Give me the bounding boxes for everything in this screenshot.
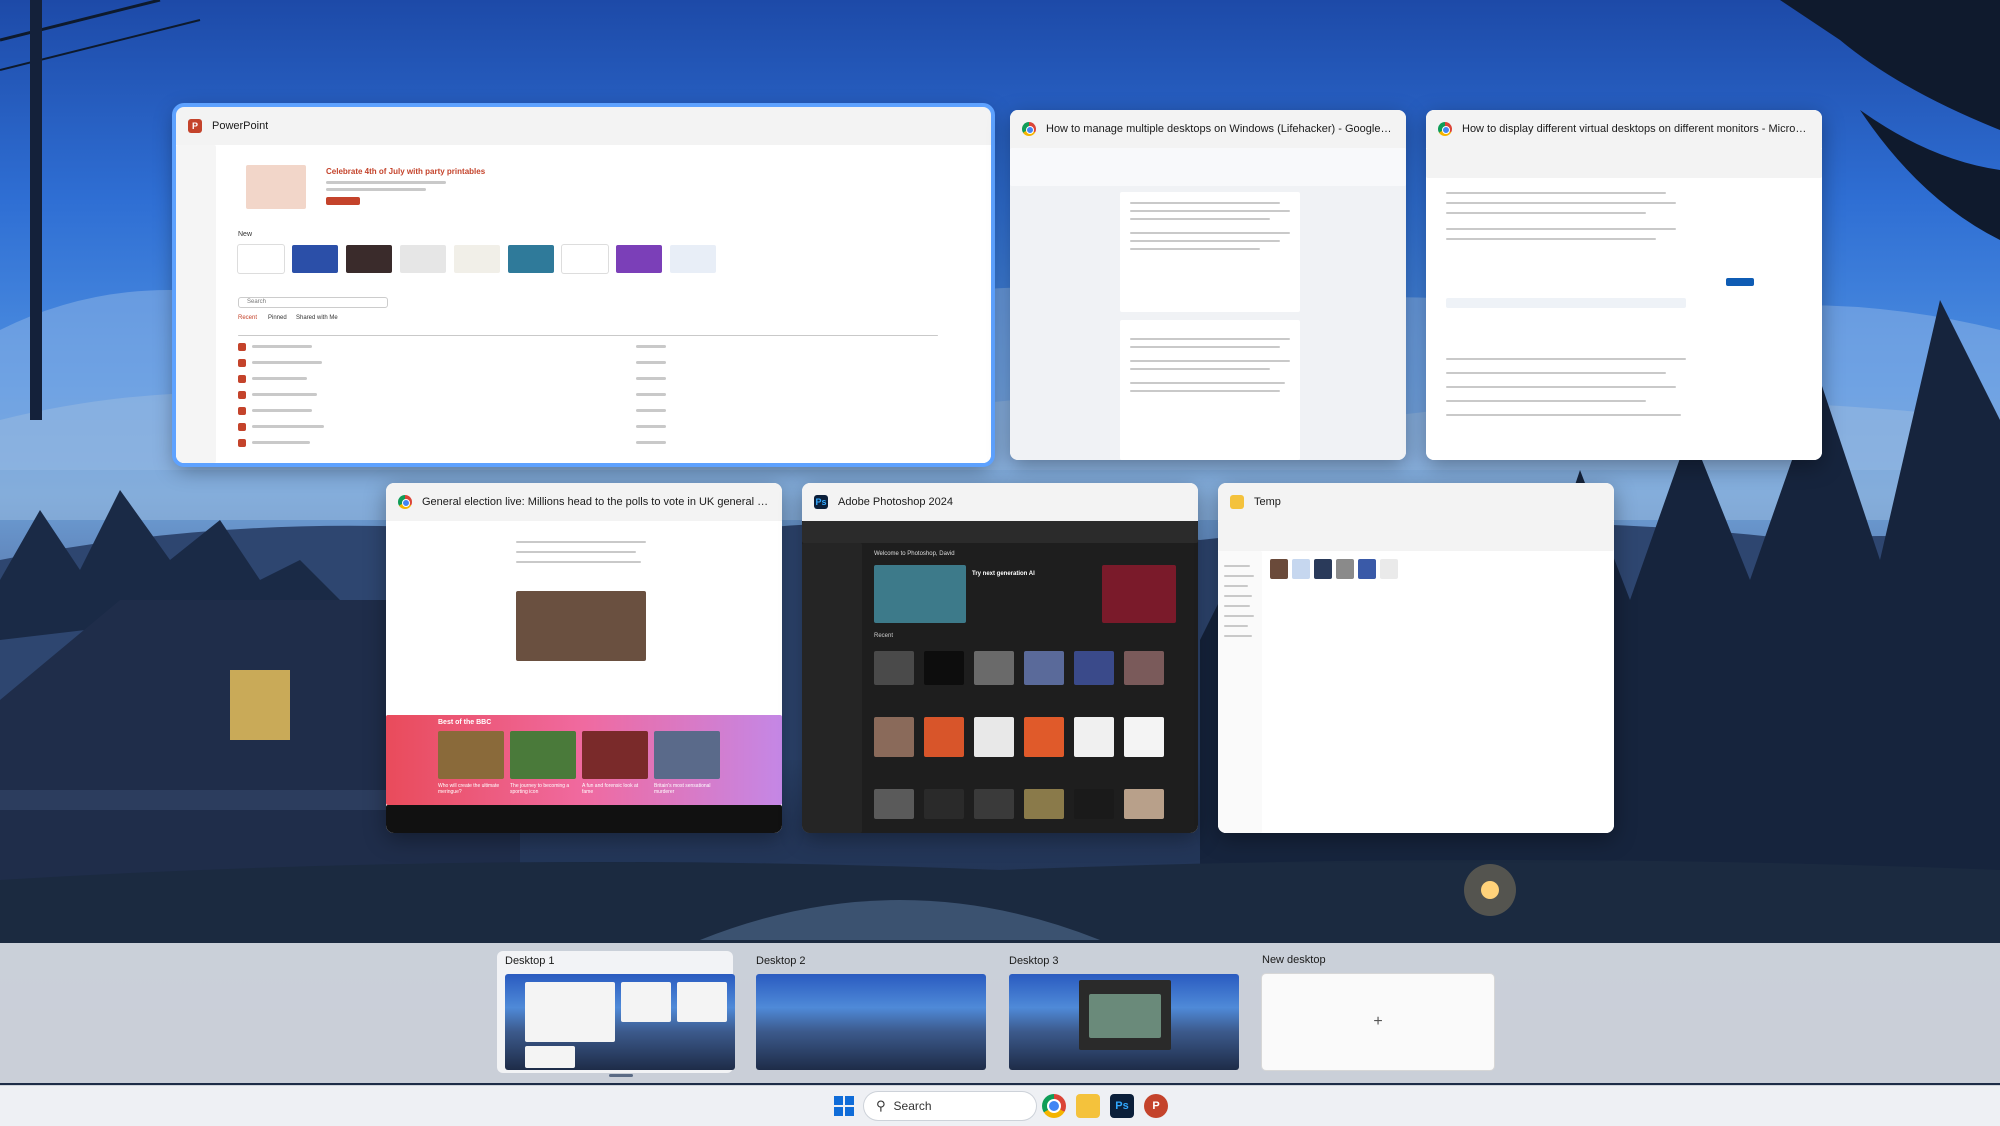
virtual-desktops-bar [0,943,2000,1083]
chrome-icon [1438,122,1452,136]
window-content: Celebrate 4th of July with party printab… [176,145,991,463]
desktop-label: Desktop 3 [1009,955,1059,967]
window-content [1426,148,1822,460]
file-explorer-icon[interactable] [1076,1094,1100,1118]
hero-text: Try next generation AI [972,571,1035,577]
search-icon: ⚲ [876,1098,886,1113]
window-title: How to manage multiple desktops on Windo… [1046,123,1394,135]
new-desktop-label: New desktop [1262,954,1326,966]
selected-indicator [609,1074,633,1077]
window-title: General election live: Millions head to … [422,496,770,508]
powerpoint-icon[interactable]: P [1144,1094,1168,1118]
tab-pinned[interactable]: Pinned [268,315,287,321]
window-content: Best of the BBC Who will create the ulti… [386,521,782,833]
window-title: Adobe Photoshop 2024 [838,496,953,508]
window-titlebar[interactable]: Temp [1218,483,1614,521]
window-titlebar[interactable]: P PowerPoint [176,107,991,145]
new-label: New [238,231,253,238]
taskbar-search[interactable]: ⚲ Search [864,1092,1036,1120]
window-titlebar[interactable]: How to display different virtual desktop… [1426,110,1822,148]
window-title: How to display different virtual desktop… [1462,123,1810,135]
window-powerpoint[interactable]: P PowerPoint Celebrate 4th of July with … [172,103,995,467]
chrome-icon [398,495,412,509]
chrome-icon [1022,122,1036,136]
window-content [1218,521,1614,833]
desktop-label: Desktop 2 [756,955,806,967]
window-titlebar[interactable]: Ps Adobe Photoshop 2024 [802,483,1198,521]
powerpoint-icon: P [188,119,202,133]
recent-label: Recent [874,633,894,639]
desktop-1-card[interactable]: Desktop 1 [497,951,735,1077]
banner-heading: Celebrate 4th of July with party printab… [326,167,486,176]
window-titlebar[interactable]: General election live: Millions head to … [386,483,782,521]
tab-recent[interactable]: Recent [238,315,257,321]
window-title: PowerPoint [212,120,269,132]
card-label[interactable]: Britain's most sensational murderer [654,783,720,795]
tab-shared[interactable]: Shared with Me [296,315,338,321]
taskbar: ⚲ Search Ps P [0,1085,2000,1126]
window-temp-explorer[interactable]: Temp [1218,483,1614,833]
window-microsoft-community[interactable]: How to display different virtual desktop… [1426,110,1822,460]
window-titlebar[interactable]: How to manage multiple desktops on Windo… [1010,110,1406,148]
window-title: Temp [1254,496,1281,508]
desktop-2-card[interactable]: Desktop 2 [748,951,986,1073]
section-heading: Best of the BBC [438,719,492,726]
desktop-thumbnail [505,974,735,1070]
desktop-thumbnail [1009,974,1239,1070]
plus-icon: + [1373,1013,1383,1030]
desktop-3-card[interactable]: Desktop 3 [1001,951,1239,1073]
window-google-docs[interactable]: How to manage multiple desktops on Windo… [1010,110,1406,460]
photoshop-icon[interactable]: Ps [1110,1094,1134,1118]
window-bbc-news[interactable]: General election live: Millions head to … [386,483,782,833]
card-label[interactable]: Who will create the ultimate meringue? [438,783,504,795]
card-label[interactable]: A fun and forensic look at fame [582,783,648,795]
window-photoshop[interactable]: Ps Adobe Photoshop 2024 Welcome to Photo… [802,483,1198,833]
desktop-thumbnail [756,974,986,1070]
photoshop-icon: Ps [814,495,828,509]
desktop-label: Desktop 1 [505,955,555,967]
card-label[interactable]: The journey to becoming a sporting icon [510,783,576,795]
welcome-text: Welcome to Photoshop, David [874,551,955,557]
search-placeholder: Search [893,1099,932,1113]
window-content: Welcome to Photoshop, David Try next gen… [802,521,1198,833]
start-icon[interactable] [832,1094,856,1118]
search-field[interactable]: Search [238,297,388,308]
window-content [1010,148,1406,460]
chrome-icon[interactable] [1042,1094,1066,1118]
folder-icon [1230,495,1244,509]
new-desktop-button[interactable]: + [1262,974,1494,1070]
